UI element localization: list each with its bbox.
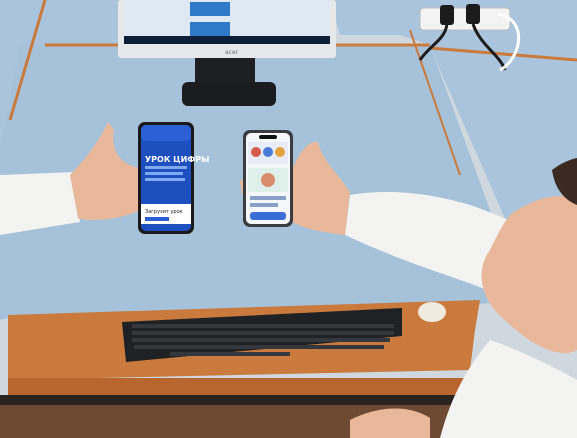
- monitor-logo: acer: [225, 49, 239, 56]
- right-phone-illustration: [261, 173, 275, 187]
- scene-svg: acer УРОК ЦИФРЫ Загрузит урок: [0, 0, 577, 438]
- plug-1: [440, 5, 454, 25]
- left-phone-line-2: [145, 172, 183, 175]
- keyboard-row-1: [132, 324, 394, 328]
- photo-scene: acer УРОК ЦИФРЫ Загрузит урок: [0, 0, 577, 438]
- monitor-taskbar: [124, 36, 330, 44]
- desk-front-lower: [8, 378, 478, 396]
- left-phone-line-3: [145, 178, 185, 181]
- left-phone-line-1: [145, 166, 187, 169]
- mouse: [418, 302, 446, 322]
- keyboard-row-4: [134, 345, 384, 349]
- right-phone-line-2: [250, 203, 278, 207]
- plug-2: [466, 4, 480, 24]
- right-phone-avatar-3: [275, 147, 285, 157]
- left-phone-title: УРОК ЦИФРЫ: [145, 155, 209, 164]
- keyboard-row-3: [132, 338, 390, 342]
- power-strip: [419, 7, 511, 31]
- monitor-screen-block-2: [190, 22, 230, 36]
- left-phone-card-link: [145, 217, 169, 221]
- left-phone-button-label: Загрузит урок: [145, 209, 183, 215]
- keyboard-spacebar: [170, 352, 290, 356]
- right-phone-avatar-2: [263, 147, 273, 157]
- keyboard-row-2: [132, 331, 394, 335]
- right-phone-avatar-1: [251, 147, 261, 157]
- right-phone-line-1: [250, 196, 286, 200]
- monitor-screen-block: [190, 2, 230, 16]
- right-phone-button: [250, 212, 286, 220]
- monitor-base: [182, 82, 276, 106]
- left-phone-header: [141, 125, 191, 141]
- right-phone-island: [259, 135, 277, 139]
